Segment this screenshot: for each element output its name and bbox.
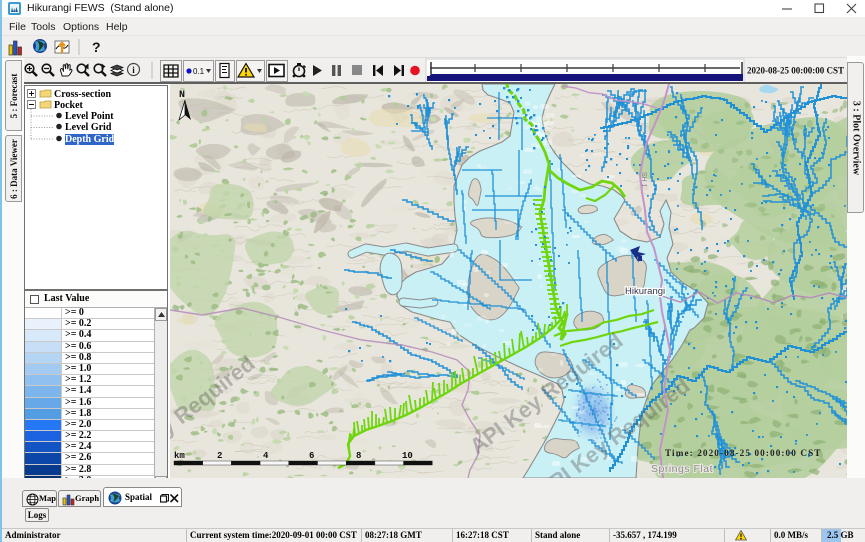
svg-text:2: 2: [217, 451, 222, 461]
svg-text:SH 1: SH 1: [640, 172, 647, 188]
svg-text:km: km: [174, 451, 185, 461]
svg-text:Time: 2020-08-25 00:00:00 CST: Time: 2020-08-25 00:00:00 CST: [665, 448, 822, 458]
svg-text:Springs Flat: Springs Flat: [651, 463, 713, 475]
svg-text:0.1: 0.1: [193, 67, 205, 76]
svg-text:4: 4: [263, 451, 269, 461]
svg-text:N: N: [179, 90, 185, 101]
svg-text:8: 8: [356, 451, 361, 461]
svg-text:6: 6: [309, 451, 314, 461]
svg-text:?: ?: [92, 39, 101, 55]
svg-text:10: 10: [402, 451, 413, 461]
svg-text:Hikurangi: Hikurangi: [625, 286, 665, 297]
svg-text:2020-08-25 00:00:00 CST: 2020-08-25 00:00:00 CST: [747, 66, 844, 76]
svg-text:i: i: [132, 65, 135, 75]
